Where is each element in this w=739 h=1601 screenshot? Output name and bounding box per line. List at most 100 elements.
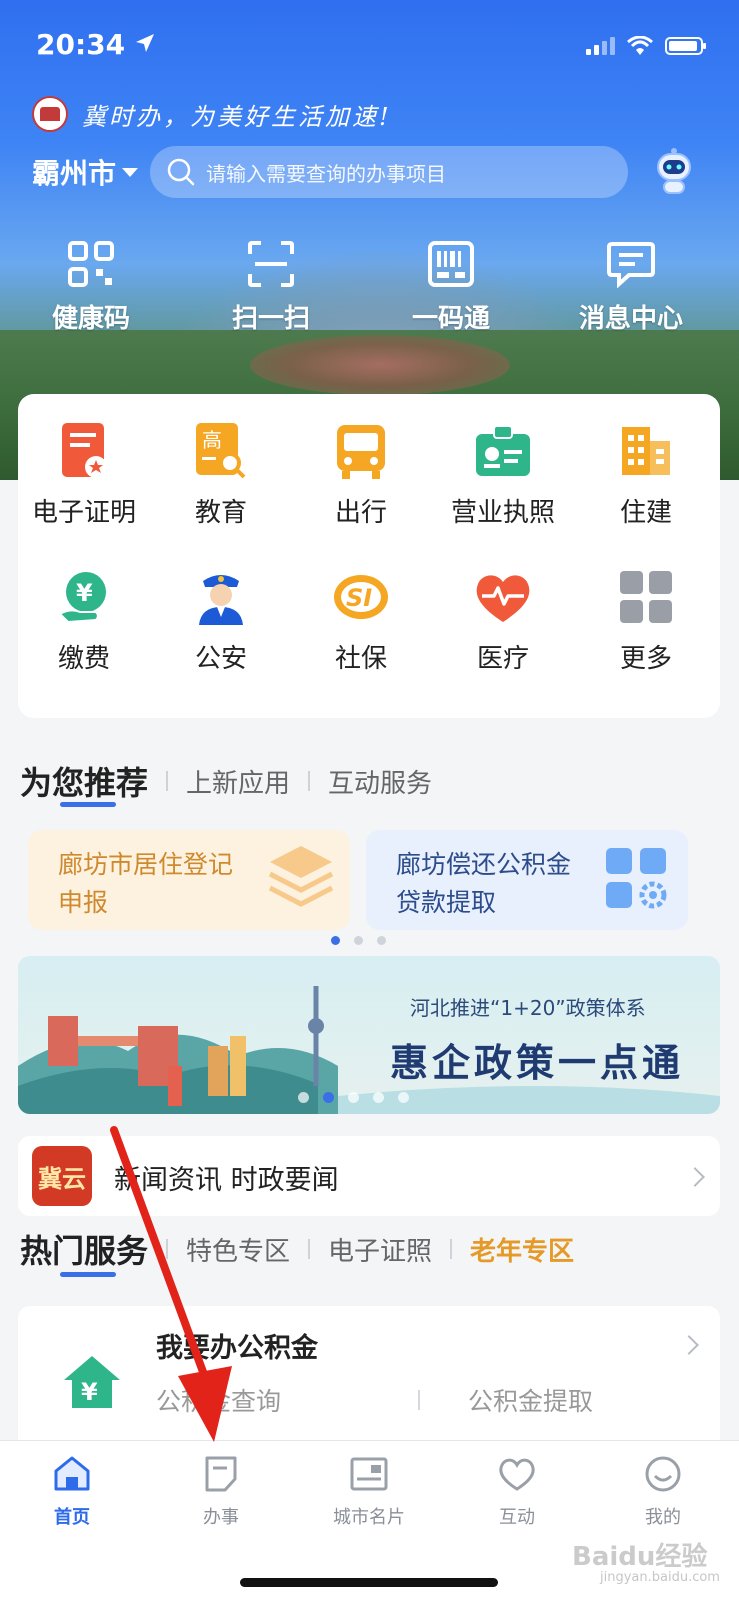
tab-interaction[interactable]: 互动 xyxy=(457,1455,577,1529)
banner-subtitle: 河北推进“1+20”政策体系 xyxy=(410,996,646,1020)
search-input[interactable]: 请输入需要查询的办事项目 xyxy=(150,146,628,198)
quick-action-one-code[interactable]: 一码通 xyxy=(366,238,536,335)
svg-text:¥: ¥ xyxy=(81,1378,98,1406)
quick-action-label: 扫一扫 xyxy=(231,304,310,334)
service-label: 公安 xyxy=(194,644,247,674)
wifi-icon xyxy=(627,36,653,55)
house-yuan-icon: ¥ xyxy=(64,1356,120,1408)
certificate-icon xyxy=(62,423,107,478)
baidu-watermark-url: jingyan.baidu.com xyxy=(600,1570,720,1585)
tab-interactive-services[interactable]: 互动服务 xyxy=(328,763,432,800)
tab-hot-services[interactable]: 热门服务 xyxy=(20,1226,148,1272)
jiyun-logo: 冀云 xyxy=(32,1146,92,1206)
service-label: 营业执照 xyxy=(450,498,555,528)
service-label: 更多 xyxy=(619,644,672,674)
license-icon xyxy=(476,425,530,476)
service-label: 住建 xyxy=(619,498,672,528)
tab-elderly-zone[interactable]: 老年专区 xyxy=(470,1231,574,1268)
service-grid-card: 电子证明 高 教育 出行 营业执照 住建 ¥ 缴费 公安 SI 社保 医疗 更多 xyxy=(18,394,720,718)
tab-recommended[interactable]: 为您推荐 xyxy=(20,758,148,804)
service-payment[interactable]: ¥ 缴费 xyxy=(14,564,154,675)
policy-banner[interactable]: 河北推进“1+20”政策体系 惠企政策一点通 xyxy=(18,956,720,1114)
barcode-icon xyxy=(428,241,474,287)
banner-page-indicator xyxy=(298,1092,409,1103)
document-icon xyxy=(205,1456,237,1492)
card-line1: 廊坊市居住登记 xyxy=(58,850,234,879)
hot-service-tabs: 热门服务 特色专区 电子证照 老年专区 xyxy=(20,1226,574,1272)
caret-down-icon xyxy=(122,167,139,177)
heart-icon xyxy=(499,1458,535,1491)
baidu-watermark: Baidu经验 xyxy=(572,1542,708,1572)
provident-fund-query-link[interactable]: 公积金查询 xyxy=(156,1382,281,1418)
service-travel[interactable]: 出行 xyxy=(291,418,431,529)
tab-divider xyxy=(308,771,311,791)
tab-divider xyxy=(166,1239,169,1259)
quick-action-label: 一码通 xyxy=(411,304,490,334)
quick-action-scan[interactable]: 扫一扫 xyxy=(186,238,356,335)
bus-icon xyxy=(337,425,385,479)
service-business-license[interactable]: 营业执照 xyxy=(433,418,573,529)
service-medical[interactable]: 医疗 xyxy=(433,564,573,675)
recommend-card-provident-fund-loan[interactable]: 廊坊偿还公积金 贷款提取 xyxy=(366,830,688,930)
tab-home[interactable]: 首页 xyxy=(12,1455,132,1529)
service-label: 缴费 xyxy=(57,644,110,674)
recommend-card-residence-registration[interactable]: 廊坊市居住登记 申报 xyxy=(28,830,350,930)
qr-grid-icon xyxy=(68,241,114,287)
tab-new-apps[interactable]: 上新应用 xyxy=(186,763,290,800)
more-grid-icon xyxy=(620,571,672,623)
tab-electronic-license[interactable]: 电子证照 xyxy=(328,1231,432,1268)
tab-label: 办事 xyxy=(203,1507,239,1528)
chevron-right-icon xyxy=(685,1167,705,1187)
quick-action-label: 健康码 xyxy=(51,304,130,334)
robot-assistant-icon[interactable] xyxy=(652,148,696,196)
card-line2: 贷款提取 xyxy=(396,888,497,917)
card-line1: 廊坊偿还公积金 xyxy=(396,850,572,879)
service-more[interactable]: 更多 xyxy=(576,564,716,675)
social-security-icon: SI xyxy=(334,575,388,619)
smiley-icon xyxy=(645,1456,681,1492)
city-selector[interactable]: 霸州市 xyxy=(32,152,139,192)
tab-featured-zone[interactable]: 特色专区 xyxy=(186,1231,290,1268)
tab-label: 互动 xyxy=(499,1507,535,1528)
battery-icon xyxy=(665,37,706,55)
chevron-right-icon xyxy=(679,1335,699,1355)
search-placeholder: 请输入需要查询的办事项目 xyxy=(206,161,446,186)
search-icon xyxy=(167,158,195,186)
tab-active-underline xyxy=(60,1272,116,1277)
service-housing-construction[interactable]: 住建 xyxy=(576,418,716,529)
service-label: 电子证明 xyxy=(31,498,136,528)
city-name: 霸州市 xyxy=(32,157,117,190)
service-electronic-certificate[interactable]: 电子证明 xyxy=(14,418,154,529)
link-divider xyxy=(418,1390,420,1410)
tab-divider xyxy=(166,771,169,791)
app-slogan-row: 冀时办，为美好生活加速! xyxy=(32,96,392,132)
app-slogan: 冀时办，为美好生活加速! xyxy=(82,102,392,131)
service-education[interactable]: 高 教育 xyxy=(151,418,291,529)
layers-icon xyxy=(268,846,334,907)
hot-service-title: 我要办公积金 xyxy=(156,1333,318,1364)
quick-action-health-code[interactable]: 健康码 xyxy=(6,238,176,335)
card-line2: 申报 xyxy=(58,888,109,917)
svg-text:高: 高 xyxy=(202,428,222,452)
service-label: 医疗 xyxy=(476,644,529,674)
news-row[interactable]: 冀云 新闻资讯 时政要闻 xyxy=(18,1136,720,1216)
emblem-logo xyxy=(32,96,68,132)
service-social-security[interactable]: SI 社保 xyxy=(291,564,431,675)
service-public-security[interactable]: 公安 xyxy=(151,564,291,675)
apps-settings-icon xyxy=(606,848,667,909)
tab-profile[interactable]: 我的 xyxy=(603,1455,723,1529)
tab-divider xyxy=(450,1239,453,1259)
tab-services[interactable]: 办事 xyxy=(161,1455,281,1529)
payment-icon: ¥ xyxy=(58,572,106,624)
service-label: 社保 xyxy=(334,644,387,674)
tab-divider xyxy=(308,1239,311,1259)
quick-action-message-center[interactable]: 消息中心 xyxy=(546,238,716,335)
tab-label: 我的 xyxy=(645,1507,681,1528)
flower-plaza-image xyxy=(250,335,510,395)
tab-city-card[interactable]: 城市名片 xyxy=(309,1455,429,1529)
message-icon xyxy=(607,242,655,288)
tab-label: 城市名片 xyxy=(333,1507,405,1528)
provident-fund-withdraw-link[interactable]: 公积金提取 xyxy=(468,1382,593,1418)
news-text: 新闻资讯 时政要闻 xyxy=(114,1165,339,1196)
svg-text:¥: ¥ xyxy=(76,579,93,607)
